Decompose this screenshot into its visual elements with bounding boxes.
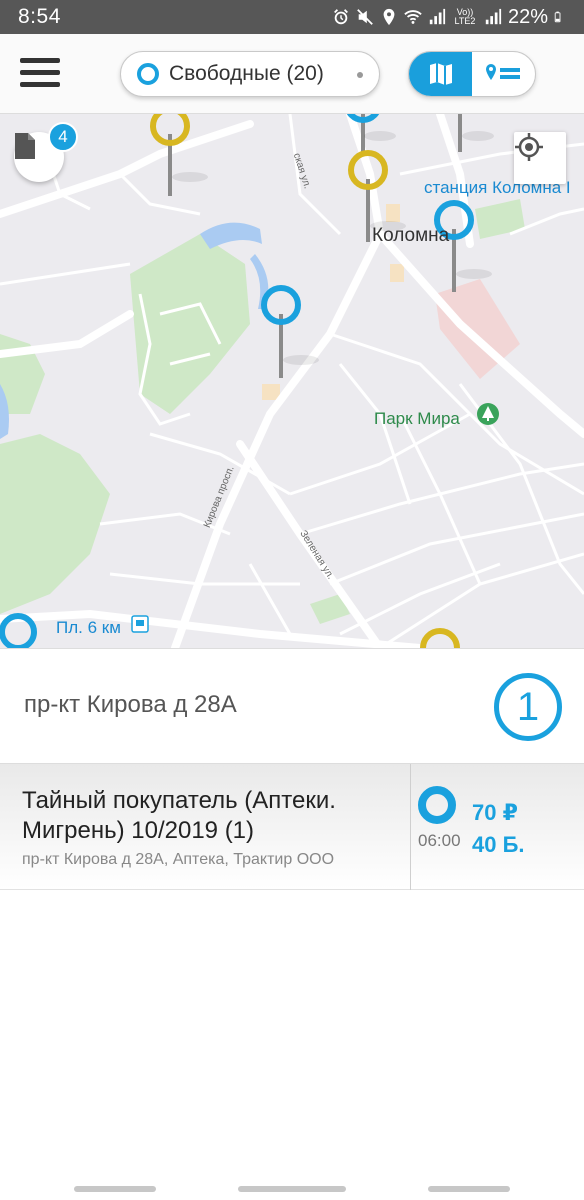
selected-location-panel: пр-кт Кирова д 28А 1 [0, 648, 584, 764]
document-icon [15, 133, 35, 159]
alarm-icon [334, 9, 348, 25]
status-filter-dropdown[interactable]: Свободные (20) [120, 51, 380, 97]
map-label-platform: Пл. 6 км [56, 618, 121, 637]
nav-home-button[interactable] [238, 1186, 346, 1192]
documents-badge: 4 [48, 122, 78, 152]
battery-icon [554, 11, 561, 23]
signal-icon-2 [485, 8, 502, 25]
app-bar: Свободные (20) [0, 34, 584, 114]
location-icon [383, 8, 395, 26]
task-count-badge: 1 [494, 673, 562, 741]
mute-icon [357, 9, 373, 25]
map-view[interactable]: станция Коломна I Коломна Парк Мира Пл. … [0, 114, 584, 648]
menu-button[interactable] [20, 58, 60, 90]
task-time: 06:00 [418, 831, 461, 850]
free-status-icon [137, 63, 159, 85]
signal-icon [429, 8, 446, 25]
task-divider [410, 764, 411, 890]
crosshair-icon [515, 133, 543, 161]
status-bar: 8:54 Vo)) LTE2 22% [0, 0, 584, 34]
nav-recents-button[interactable] [74, 1186, 156, 1192]
battery-percent: 22% [507, 5, 548, 28]
task-points: 40 Б. [472, 832, 525, 857]
map-icon [429, 63, 452, 85]
network-type: Vo)) LTE2 [454, 7, 476, 26]
filter-label: Свободные (20) [169, 62, 324, 85]
selected-address: пр-кт Кирова д 28А [24, 691, 237, 718]
my-location-button[interactable] [514, 132, 566, 184]
nav-back-button[interactable] [428, 1186, 510, 1192]
dropdown-dot-icon [357, 72, 363, 78]
view-toggle [408, 51, 536, 97]
map-label-park: Парк Мира [374, 409, 460, 428]
list-view-button[interactable] [472, 52, 535, 96]
wifi-icon [404, 10, 422, 24]
map-pin-yellow-3 [420, 628, 460, 648]
map-label-city: Коломна [372, 225, 450, 246]
task-status-icon [418, 786, 456, 824]
map-pin-gray-top [458, 114, 494, 152]
task-subtitle: пр-кт Кирова д 28А, Аптека, Трактир ООО [22, 851, 335, 868]
map-view-button[interactable] [409, 52, 472, 96]
pin-list-icon [485, 64, 520, 80]
system-nav-bar [0, 1172, 584, 1200]
status-time: 8:54 [18, 5, 61, 28]
task-title: Тайный покупатель (Аптеки. Мигрень) 10/2… [22, 787, 336, 844]
task-price: 70 ₽ [472, 800, 518, 825]
task-card[interactable]: Тайный покупатель (Аптеки. Мигрень) 10/2… [0, 764, 584, 890]
menu-icon [20, 58, 60, 63]
